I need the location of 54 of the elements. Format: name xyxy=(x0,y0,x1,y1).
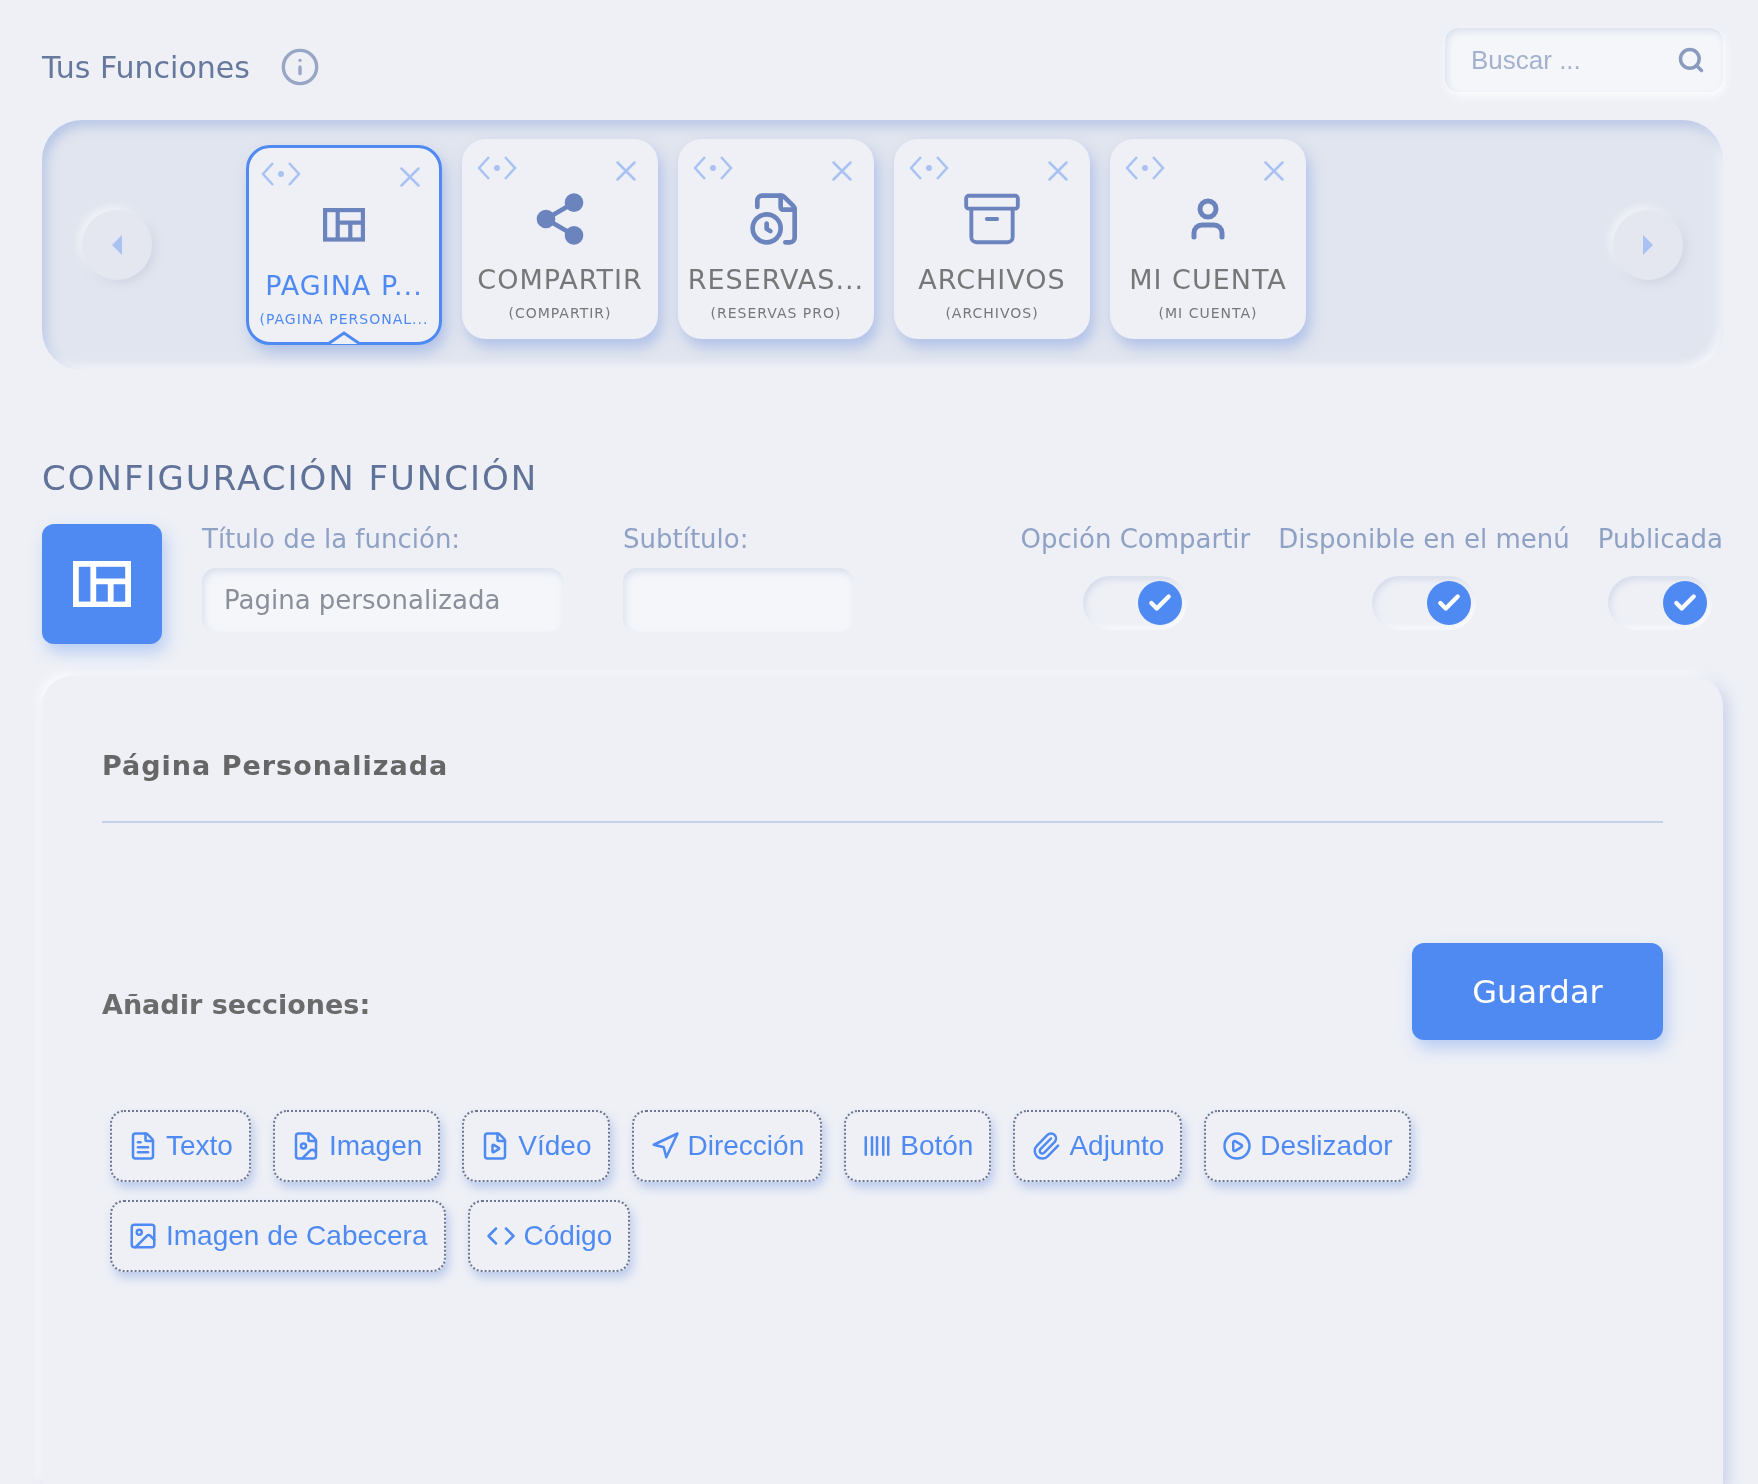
function-title: COMPARTIR xyxy=(477,264,643,295)
function-subtitle: (MI CUENTA) xyxy=(1158,305,1258,321)
toggle-label: Publicada xyxy=(1597,524,1723,554)
add-section-button[interactable]: Vídeo xyxy=(462,1110,610,1182)
section-heading: CONFIGURACIÓN FUNCIÓN xyxy=(42,458,540,498)
info-icon[interactable] xyxy=(279,47,320,87)
toggle-label: Opción Compartir xyxy=(1020,524,1251,554)
add-section-button[interactable]: Botón xyxy=(844,1110,992,1182)
function-title: PAGINA P... xyxy=(265,270,423,301)
add-section-button[interactable]: Texto xyxy=(110,1110,251,1182)
function-card[interactable]: COMPARTIR (COMPARTIR) xyxy=(462,139,658,339)
code-diamond-icon[interactable] xyxy=(693,154,733,182)
field-label: Subtítulo: xyxy=(623,524,750,554)
toggle-switch[interactable] xyxy=(1608,576,1713,630)
add-section-button[interactable]: Imagen de Cabecera xyxy=(110,1200,446,1272)
add-section-button[interactable]: Imagen xyxy=(272,1110,441,1182)
toggle-label: Disponible en el menú xyxy=(1278,524,1570,554)
function-card[interactable]: PAGINA P... (PAGINA PERSONAL... xyxy=(246,145,442,345)
function-card[interactable]: ARCHIVOS (ARCHIVOS) xyxy=(894,139,1090,339)
right-triangle-icon xyxy=(1641,233,1655,257)
code-diamond-icon[interactable] xyxy=(909,154,949,182)
search-field[interactable]: Buscar ... xyxy=(1445,28,1723,92)
play-circle-icon xyxy=(1222,1131,1253,1161)
paperclip-icon xyxy=(1031,1131,1062,1161)
caret-icon xyxy=(326,331,362,345)
code-diamond-icon[interactable] xyxy=(1125,154,1165,182)
text-field[interactable]: Pagina personalizada xyxy=(202,568,563,632)
function-card[interactable]: RESERVAS... (RESERVAS PRO) xyxy=(678,139,874,339)
sections-label: Añadir secciones: xyxy=(102,989,371,1020)
page-title: Tus Funciones xyxy=(42,49,250,85)
toggle-switch[interactable] xyxy=(1083,576,1188,630)
function-card[interactable]: MI CUENTA (MI CUENTA) xyxy=(1110,139,1306,339)
function-title: ARCHIVOS xyxy=(918,264,1066,295)
function-subtitle: (COMPARTIR) xyxy=(508,305,612,321)
layout-icon xyxy=(323,208,365,242)
image-icon xyxy=(128,1221,158,1251)
function-subtitle: (RESERVAS PRO) xyxy=(710,305,842,321)
function-icon xyxy=(42,524,162,644)
field-label: Título de la función: xyxy=(202,524,462,554)
code-diamond-icon[interactable] xyxy=(261,160,301,188)
function-title: MI CUENTA xyxy=(1129,264,1287,295)
function-subtitle: (PAGINA PERSONAL... xyxy=(259,311,429,327)
add-section-button[interactable]: Código xyxy=(467,1200,631,1272)
save-button[interactable]: Guardar xyxy=(1412,943,1663,1040)
add-section-button[interactable]: Deslizador xyxy=(1204,1110,1411,1182)
add-section-button[interactable]: Dirección xyxy=(631,1110,823,1182)
add-section-button[interactable]: Adjunto xyxy=(1013,1110,1183,1182)
function-title: RESERVAS... xyxy=(687,264,865,295)
function-subtitle: (ARCHIVOS) xyxy=(945,305,1039,321)
left-triangle-icon xyxy=(110,233,124,257)
code-diamond-icon[interactable] xyxy=(477,154,517,182)
search-icon[interactable] xyxy=(1677,46,1705,74)
panel-title: Página Personalizada xyxy=(102,750,450,781)
search-input[interactable]: Buscar ... xyxy=(1469,43,1677,77)
